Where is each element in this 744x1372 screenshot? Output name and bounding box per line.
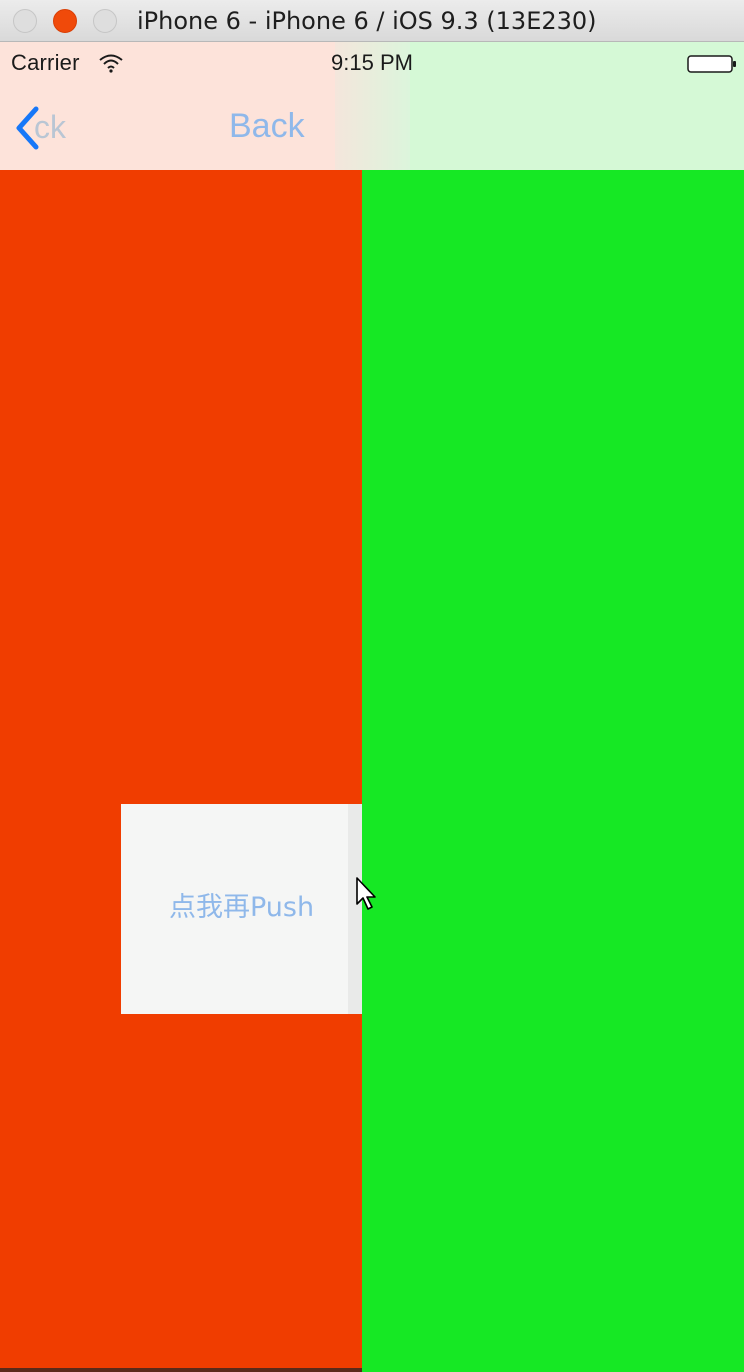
navigation-bar: Carrier 9:15 PM ck Back [0, 42, 744, 170]
mouse-cursor-icon [356, 877, 376, 910]
push-button[interactable]: 点我再Push [121, 804, 362, 1014]
status-bar: Carrier 9:15 PM [0, 42, 744, 82]
ios-screen: Carrier 9:15 PM ck Back 点我再Push [0, 42, 744, 1372]
close-window-button[interactable] [13, 9, 37, 33]
title-bar: iPhone 6 - iPhone 6 / iOS 9.3 (13E230) [0, 0, 744, 42]
simulator-window: iPhone 6 - iPhone 6 / iOS 9.3 (13E230) C… [0, 0, 744, 1372]
back-button-label[interactable]: Back [229, 106, 305, 146]
back-button-faded-label[interactable]: ck [34, 108, 66, 146]
current-view-green [362, 42, 744, 1372]
zoom-window-button[interactable] [93, 9, 117, 33]
battery-icon [687, 55, 736, 73]
push-button-label[interactable]: 点我再Push [169, 890, 314, 926]
bottom-divider [0, 1368, 362, 1372]
previous-view-red [0, 42, 362, 1372]
minimize-window-button[interactable] [53, 9, 77, 33]
clock-label: 9:15 PM [331, 50, 413, 75]
window-title: iPhone 6 - iPhone 6 / iOS 9.3 (13E230) [137, 7, 597, 35]
